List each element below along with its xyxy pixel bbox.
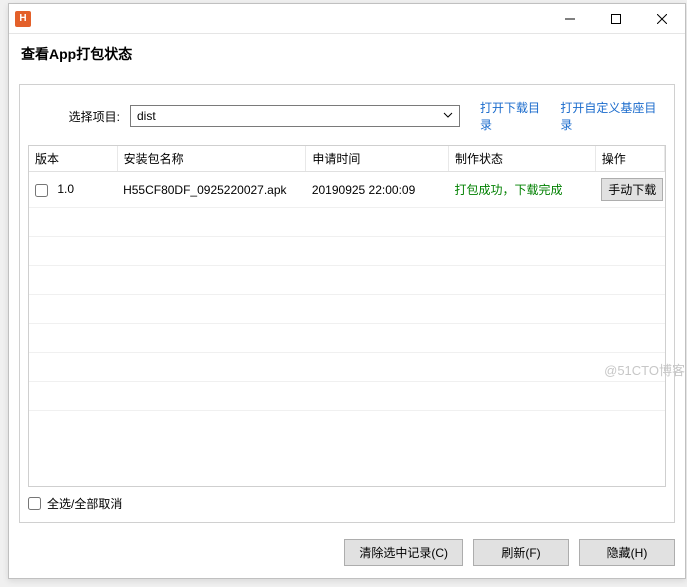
clear-selected-button[interactable]: 清除选中记录(C) [344, 539, 463, 566]
row-checkbox[interactable] [35, 184, 48, 197]
col-package: 安装包名称 [117, 146, 306, 172]
cell-status: 打包成功，下载完成 [448, 172, 595, 208]
content-panel: 选择项目: dist 打开下载目录 打开自定义基座目录 [19, 84, 675, 523]
project-select[interactable]: dist [130, 105, 460, 127]
project-select-label: 选择项目: [28, 108, 124, 125]
close-button[interactable] [639, 4, 685, 34]
filter-row: 选择项目: dist 打开下载目录 打开自定义基座目录 [20, 95, 674, 145]
manual-download-button[interactable]: 手动下载 [601, 178, 663, 201]
dialog-window: H 查看App打包状态 选择项目: dist 打开下载目录 打开自定义基座目录 [8, 3, 686, 579]
table-row [29, 237, 665, 266]
build-table: 版本 安装包名称 申请时间 制作状态 操作 1.0 H55CF80DF_0925… [28, 145, 666, 487]
col-version: 版本 [29, 146, 117, 172]
table-row [29, 382, 665, 411]
watermark: @51CTO博客 [604, 360, 685, 379]
open-download-dir-link[interactable]: 打开下载目录 [480, 99, 550, 133]
col-apply-time: 申请时间 [306, 146, 449, 172]
titlebar: H [9, 4, 685, 34]
open-custom-base-dir-link[interactable]: 打开自定义基座目录 [560, 99, 666, 133]
table-header-row: 版本 安装包名称 申请时间 制作状态 操作 [29, 146, 665, 172]
cell-package: H55CF80DF_0925220027.apk [117, 172, 306, 208]
app-icon: H [15, 11, 31, 27]
select-all-checkbox[interactable] [28, 497, 41, 510]
select-all-row: 全选/全部取消 [20, 487, 674, 514]
table-row [29, 295, 665, 324]
table-row[interactable]: 1.0 H55CF80DF_0925220027.apk 20190925 22… [29, 172, 665, 208]
footer: 清除选中记录(C) 刷新(F) 隐藏(H) [9, 531, 685, 578]
dialog-title: 查看App打包状态 [9, 34, 685, 72]
select-all-label: 全选/全部取消 [47, 495, 122, 512]
maximize-button[interactable] [593, 4, 639, 34]
cell-apply-time: 20190925 22:00:09 [306, 172, 449, 208]
table-row [29, 266, 665, 295]
cell-version: 1.0 [57, 182, 74, 196]
table-row [29, 353, 665, 382]
minimize-button[interactable] [547, 4, 593, 34]
link-group: 打开下载目录 打开自定义基座目录 [480, 99, 666, 133]
app-icon-letter: H [19, 13, 26, 24]
project-select-value: dist [137, 109, 156, 123]
table-row [29, 324, 665, 353]
col-action: 操作 [595, 146, 664, 172]
table-row [29, 208, 665, 237]
col-status: 制作状态 [448, 146, 595, 172]
refresh-button[interactable]: 刷新(F) [473, 539, 569, 566]
hide-button[interactable]: 隐藏(H) [579, 539, 675, 566]
chevron-down-icon [443, 109, 453, 123]
